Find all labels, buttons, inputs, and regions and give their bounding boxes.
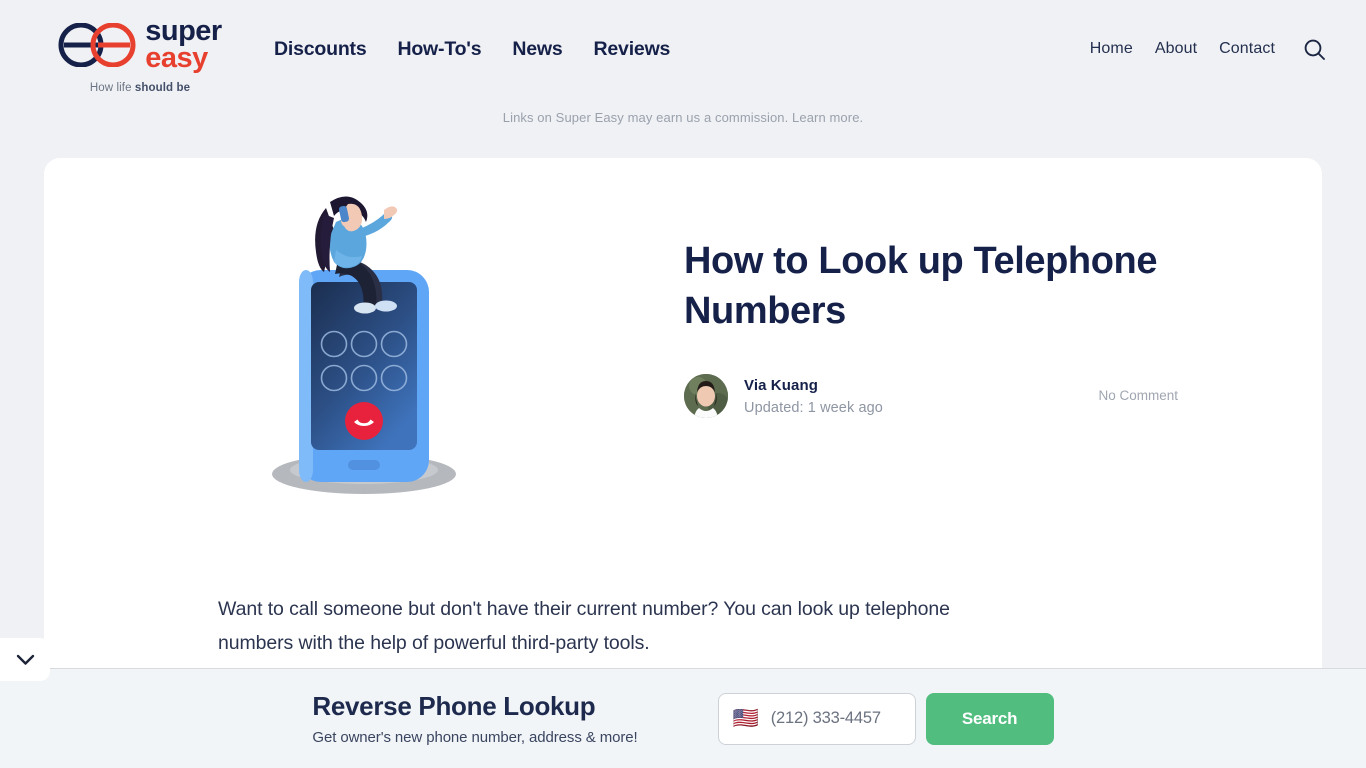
article-body: Want to call someone but don't have thei… xyxy=(44,592,1322,660)
disclaimer-learn-more-link[interactable]: Learn more. xyxy=(792,110,863,125)
reverse-phone-lookup-bar: Reverse Phone Lookup Get owner's new pho… xyxy=(0,668,1366,768)
supereasy-logo-icon xyxy=(58,23,136,67)
brand-word-easy: easy xyxy=(145,42,208,74)
disclaimer-text: Links on Super Easy may earn us a commis… xyxy=(502,110,789,125)
nav-item-contact[interactable]: Contact xyxy=(1219,40,1275,58)
brand-word-super: super xyxy=(145,15,222,48)
brand-tagline-prefix: How life xyxy=(89,81,135,94)
nav-item-how-tos[interactable]: How-To's xyxy=(397,38,481,61)
article-card: How to Look up Telephone Numbers Via Kua… xyxy=(44,158,1322,670)
avatar-photo xyxy=(684,374,728,419)
avatar xyxy=(684,374,728,419)
lookup-subtitle: Get owner's new phone number, address & … xyxy=(312,729,638,747)
collapse-panel-toggle[interactable] xyxy=(0,638,50,681)
affiliate-disclaimer: Links on Super Easy may earn us a commis… xyxy=(0,110,1366,125)
hero-illustration-wrapper xyxy=(44,186,684,500)
brand-wordmark: super easy xyxy=(145,15,222,74)
search-button[interactable]: Search xyxy=(925,692,1054,745)
nav-item-home[interactable]: Home xyxy=(1090,40,1133,58)
comment-count[interactable]: No Comment xyxy=(1098,388,1262,403)
search-toggle-button[interactable] xyxy=(1297,38,1326,61)
nav-item-news[interactable]: News xyxy=(512,38,562,61)
us-flag-icon[interactable]: 🇺🇸 xyxy=(733,708,759,729)
brand-logo[interactable]: super easy How life should be xyxy=(44,15,236,94)
updated-timestamp: Updated: 1 week ago xyxy=(744,399,883,416)
utility-navigation: Home About Contact xyxy=(1090,38,1326,61)
brand-logo-row: super easy xyxy=(58,15,222,74)
article-byline: Via Kuang Updated: 1 week ago No Comment xyxy=(684,374,1262,419)
woman-sitting-on-phone-illustration xyxy=(272,196,456,494)
main-navigation: Discounts How-To's News Reviews xyxy=(274,38,670,61)
author-name[interactable]: Via Kuang xyxy=(744,377,883,394)
article-hero-text: How to Look up Telephone Numbers Via Kua… xyxy=(684,186,1322,419)
brand-tagline: How life should be xyxy=(90,82,190,94)
search-icon xyxy=(1304,39,1325,60)
chevron-down-icon xyxy=(16,654,34,665)
page-title: How to Look up Telephone Numbers xyxy=(684,240,1158,333)
phone-number-field[interactable]: 🇺🇸 xyxy=(717,692,916,745)
article-intro-paragraph: Want to call someone but don't have thei… xyxy=(218,598,950,655)
nav-item-discounts[interactable]: Discounts xyxy=(274,38,367,61)
nav-item-about[interactable]: About xyxy=(1155,40,1197,58)
site-header: super easy How life should be Discounts … xyxy=(0,0,1366,112)
brand-tagline-bold: should be xyxy=(134,81,191,94)
article-hero: How to Look up Telephone Numbers Via Kua… xyxy=(44,158,1322,500)
lookup-title: Reverse Phone Lookup xyxy=(312,690,596,721)
byline-meta: Via Kuang Updated: 1 week ago xyxy=(744,377,883,416)
lookup-copy: Reverse Phone Lookup Get owner's new pho… xyxy=(312,691,717,746)
phone-number-input[interactable] xyxy=(770,709,901,728)
nav-item-reviews[interactable]: Reviews xyxy=(594,38,671,61)
